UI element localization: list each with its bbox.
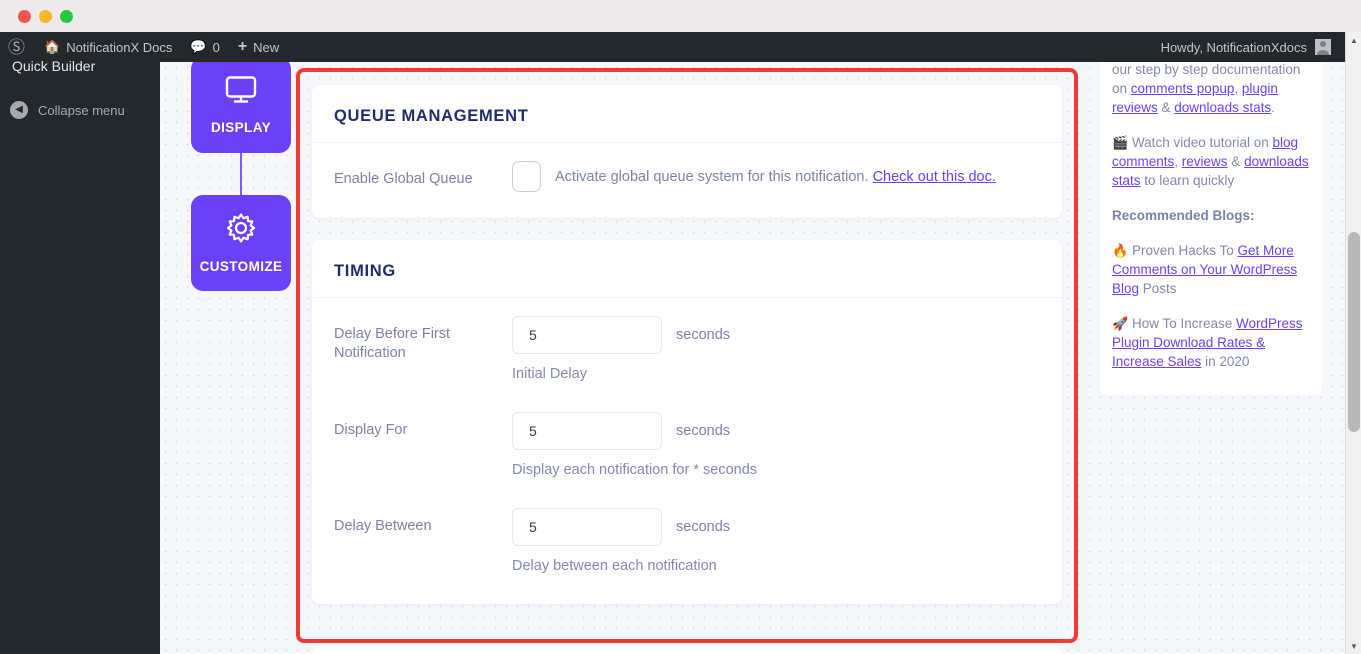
wordpress-admin-bar: Ⓢ 🏠 NotificationX Docs 💬 0 + New Howdy, …: [0, 32, 1361, 62]
settings-panel-stack: QUEUE MANAGEMENT Enable Global Queue Act…: [312, 85, 1062, 626]
delay-between-label: Delay Between: [334, 518, 432, 534]
delay-before-first-notification-input[interactable]: 5: [512, 316, 662, 354]
enable-global-queue-row: Enable Global Queue Activate global queu…: [334, 161, 1040, 192]
blog2-pre: How To Increase: [1128, 316, 1236, 331]
rocket-emoji-icon: 🚀: [1112, 316, 1129, 331]
unit-label-seconds-2: seconds: [676, 423, 731, 439]
traffic-light-group: [18, 9, 73, 23]
docs-p1-sep1: ,: [1234, 81, 1242, 96]
timing-card: TIMING Delay Before First Notification 5…: [312, 240, 1062, 604]
blog1-pre: Proven Hacks To: [1128, 243, 1238, 258]
delay-before-first-notification-label: Delay Before First Notification: [334, 326, 451, 361]
new-label: New: [253, 39, 280, 55]
close-window-button[interactable]: [18, 9, 31, 23]
step-customize-button[interactable]: CUSTOMIZE: [191, 195, 291, 291]
delay-between-input[interactable]: 5: [512, 508, 662, 546]
enable-global-queue-checkbox[interactable]: [512, 161, 541, 192]
quick-builder-label: Quick Builder: [12, 58, 96, 74]
page-scrollbar[interactable]: ▲ ▼: [1345, 32, 1361, 654]
enable-global-queue-control: Activate global queue system for this no…: [512, 161, 1040, 192]
docs-p2-end: to learn quickly: [1140, 173, 1235, 188]
display-for-helper: Display each notification for * seconds: [512, 462, 758, 478]
blog2-end: in 2020: [1201, 354, 1250, 369]
account-menu-item[interactable]: Howdy, NotificationXdocs: [1161, 39, 1361, 55]
timing-body: Delay Before First Notification 5 second…: [312, 298, 1062, 604]
docs-p2-pre: Watch video tutorial on: [1128, 135, 1273, 150]
howdy-label: Howdy, NotificationXdocs: [1160, 39, 1307, 55]
delay-before-first-notification-helper: Initial Delay: [512, 366, 587, 382]
reviews-video-link[interactable]: reviews: [1182, 154, 1228, 169]
plus-icon: +: [237, 38, 248, 55]
enable-global-queue-label: Enable Global Queue: [334, 171, 473, 187]
docs-p1-end: .: [1271, 100, 1275, 115]
scroll-up-arrow-icon[interactable]: ▲: [1346, 32, 1361, 48]
wordpress-logo-icon[interactable]: Ⓢ: [0, 39, 35, 56]
recommended-blog-item-1: 🔥 Proven Hacks To Get More Comments on Y…: [1112, 241, 1310, 298]
gear-icon: [225, 212, 257, 249]
builder-step-rail: DISPLAY CUSTOMIZE: [191, 62, 291, 291]
input-value: 5: [529, 519, 537, 535]
comments-menu-item[interactable]: 💬 0: [181, 32, 228, 62]
collapse-menu-label: Collapse menu: [38, 102, 125, 118]
avatar: [1315, 39, 1331, 55]
scrollbar-thumb[interactable]: [1348, 232, 1360, 432]
enable-global-queue-caption: Activate global queue system for this no…: [555, 169, 996, 185]
documentation-help-panel: our step by step documentation on commen…: [1100, 62, 1322, 395]
delay-between-row: Delay Between 5 seconds Delay between ea…: [334, 508, 1040, 578]
docs-p2-sep1: ,: [1174, 154, 1182, 169]
docs-p2-sep2: &: [1227, 154, 1245, 169]
site-name-label: NotificationX Docs: [66, 39, 173, 55]
step-display-button[interactable]: DISPLAY: [191, 62, 291, 153]
timing-title: TIMING: [334, 262, 396, 280]
delay-before-first-notification-row: Delay Before First Notification 5 second…: [334, 316, 1040, 408]
blog1-end: Posts: [1139, 281, 1177, 296]
display-for-input[interactable]: 5: [512, 412, 662, 450]
docs-paragraph-documentation: our step by step documentation on commen…: [1112, 62, 1310, 117]
collapse-menu-button[interactable]: ◀ Collapse menu: [0, 98, 125, 122]
delay-between-control: 5 seconds Delay between each notificatio…: [512, 508, 1040, 578]
video-screen-icon: 🎬: [1112, 135, 1129, 150]
window-title-bar: [0, 0, 1361, 32]
scroll-down-arrow-icon[interactable]: ▼: [1346, 638, 1361, 654]
display-for-row: Display For 5 seconds Display each notif…: [334, 412, 1040, 504]
downloads-stats-link[interactable]: downloads stats: [1174, 100, 1271, 115]
queue-management-header: QUEUE MANAGEMENT: [312, 85, 1062, 143]
chevron-left-circle-icon: ◀: [10, 101, 28, 119]
timing-header: TIMING: [312, 240, 1062, 298]
display-for-label: Display For: [334, 422, 408, 438]
maximize-window-button[interactable]: [60, 9, 73, 23]
recommended-blog-item-2: 🚀 How To Increase WordPress Plugin Downl…: [1112, 314, 1310, 371]
caption-text: Activate global queue system for this no…: [555, 168, 873, 185]
queue-management-card: QUEUE MANAGEMENT Enable Global Queue Act…: [312, 85, 1062, 218]
unit-label-seconds-1: seconds: [676, 327, 731, 343]
recommended-blogs-heading: Recommended Blogs:: [1112, 208, 1255, 223]
step-display-label: DISPLAY: [210, 120, 272, 135]
minimize-window-button[interactable]: [39, 9, 52, 23]
delay-between-helper: Delay between each notification: [512, 558, 717, 574]
next-settings-card-partial: [312, 647, 1062, 654]
queue-management-title: QUEUE MANAGEMENT: [334, 107, 529, 125]
check-out-this-doc-link[interactable]: Check out this doc.: [873, 169, 996, 185]
display-for-control: 5 seconds Display each notification for …: [512, 412, 1040, 504]
unit-label-seconds-3: seconds: [676, 519, 731, 535]
home-icon: 🏠: [44, 39, 61, 54]
fire-emoji-icon: 🔥: [1112, 243, 1129, 258]
docs-p1-sep2: &: [1157, 100, 1175, 115]
new-content-menu-item[interactable]: + New: [229, 32, 288, 62]
wp-admin-sidebar: Quick Builder ◀ Collapse menu: [0, 58, 160, 654]
input-value: 5: [529, 423, 537, 439]
comments-count: 0: [212, 39, 220, 55]
docs-paragraph-video: 🎬 Watch video tutorial on blog comments,…: [1112, 133, 1310, 190]
input-value: 5: [529, 327, 537, 343]
monitor-icon: [224, 75, 258, 110]
step-connector-line: [240, 153, 242, 195]
queue-management-body: Enable Global Queue Activate global queu…: [312, 143, 1062, 218]
step-customize-label: CUSTOMIZE: [199, 259, 283, 274]
comments-popup-link[interactable]: comments popup: [1131, 81, 1235, 96]
delay-before-first-notification-control: 5 seconds Initial Delay: [512, 316, 1040, 408]
comment-bubble-icon: 💬: [190, 39, 207, 54]
